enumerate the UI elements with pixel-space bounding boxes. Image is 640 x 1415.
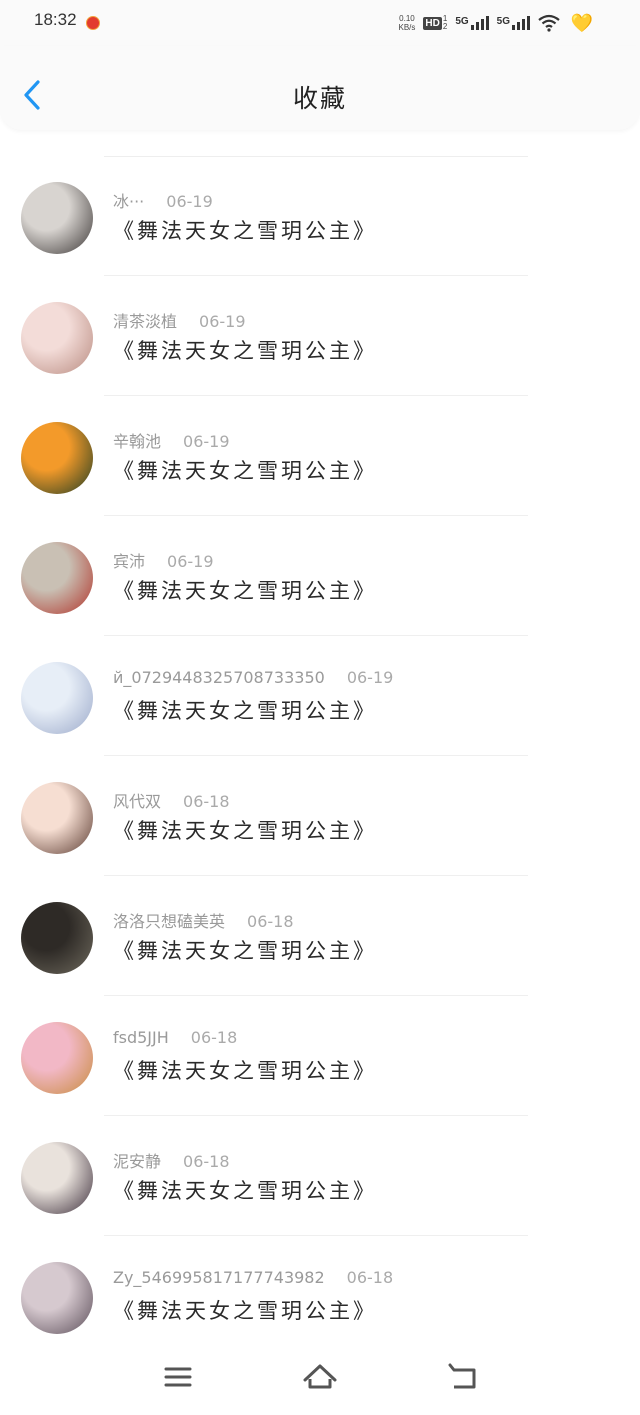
avatar[interactable]	[21, 542, 93, 614]
signal-label: 5G	[496, 16, 510, 27]
book-title[interactable]: 《舞法天女之雪玥公主》	[113, 1295, 377, 1325]
status-bar: 18:32 0.10 KB/s HD 1 2 5G 5G 💛	[0, 0, 640, 46]
username[interactable]: fsd5JJH	[113, 1028, 169, 1047]
avatar[interactable]	[21, 302, 93, 374]
notification-icon	[86, 16, 100, 30]
username[interactable]: 清茶淡植	[113, 312, 177, 331]
avatar[interactable]	[21, 662, 93, 734]
divider	[104, 1115, 528, 1116]
date: 06-18	[346, 1268, 394, 1287]
item-meta: 辛翰池 06-19	[113, 428, 230, 452]
back-nav-button[interactable]	[442, 1359, 482, 1395]
list-item[interactable]: 辛翰池 06-19 《舞法天女之雪玥公主》	[0, 397, 640, 516]
username[interactable]: Zy_546995817177743982	[113, 1268, 325, 1287]
username[interactable]: 辛翰池	[113, 432, 161, 451]
list-item[interactable]: 清茶淡植 06-19 《舞法天女之雪玥公主》	[0, 277, 640, 396]
avatar[interactable]	[21, 902, 93, 974]
divider	[104, 875, 528, 876]
avatar[interactable]	[21, 1262, 93, 1334]
date: 06-19	[183, 432, 230, 451]
divider	[104, 395, 528, 396]
book-title[interactable]: 《舞法天女之雪玥公主》	[113, 335, 377, 365]
list-item[interactable]: 冰··· 06-19 《舞法天女之雪玥公主》	[0, 157, 640, 276]
hd-icon: HD 1 2	[423, 15, 447, 31]
list-item[interactable]: 宾沛 06-19 《舞法天女之雪玥公主》	[0, 517, 640, 636]
date: 06-18	[247, 912, 294, 931]
item-meta: 风代双 06-18	[113, 788, 230, 812]
date: 06-18	[190, 1028, 238, 1047]
header: 收藏	[0, 46, 640, 130]
list-item[interactable]: fsd5JJH 06-18 《舞法天女之雪玥公主》	[0, 997, 640, 1116]
item-meta: 冰··· 06-19	[113, 188, 213, 212]
divider	[104, 635, 528, 636]
username[interactable]: 风代双	[113, 792, 161, 811]
net-speed-unit: KB/s	[398, 23, 416, 32]
date: 06-19	[166, 192, 213, 211]
signal-icon: 5G	[497, 16, 530, 30]
item-meta: 泥安静 06-18	[113, 1148, 230, 1172]
divider	[104, 995, 528, 996]
home-button[interactable]	[300, 1359, 340, 1395]
book-title[interactable]: 《舞法天女之雪玥公主》	[113, 215, 377, 245]
book-title[interactable]: 《舞法天女之雪玥公主》	[113, 1055, 377, 1085]
username[interactable]: 泥安静	[113, 1152, 161, 1171]
signal-label: 5G	[455, 16, 469, 27]
date: 06-18	[183, 1152, 230, 1171]
item-meta: fsd5JJH 06-18	[113, 1028, 237, 1047]
list-item[interactable]: й_0729448325708733350 06-19 《舞法天女之雪玥公主》	[0, 637, 640, 756]
heart-icon: 💛	[570, 13, 593, 34]
wifi-icon	[538, 14, 560, 32]
date: 06-19	[167, 552, 214, 571]
book-title[interactable]: 《舞法天女之雪玥公主》	[113, 935, 377, 965]
book-title[interactable]: 《舞法天女之雪玥公主》	[113, 695, 377, 725]
username[interactable]: 宾沛	[113, 552, 145, 571]
divider	[104, 1235, 528, 1236]
avatar[interactable]	[21, 182, 93, 254]
date: 06-18	[183, 792, 230, 811]
book-title[interactable]: 《舞法天女之雪玥公主》	[113, 455, 377, 485]
date: 06-19	[346, 668, 394, 687]
net-speed: 0.10 KB/s	[399, 14, 416, 32]
signal-icon: 5G	[455, 16, 489, 30]
list-item[interactable]: 泥安静 06-18 《舞法天女之雪玥公主》	[0, 1117, 640, 1236]
username[interactable]: 冰···	[113, 192, 144, 211]
system-nav-bar	[0, 1345, 640, 1415]
hd-sim-bottom: 2	[442, 22, 448, 31]
menu-button[interactable]	[158, 1359, 198, 1395]
book-title[interactable]: 《舞法天女之雪玥公主》	[113, 1175, 377, 1205]
divider	[104, 755, 528, 756]
list-item[interactable]: 风代双 06-18 《舞法天女之雪玥公主》	[0, 757, 640, 876]
avatar[interactable]	[21, 1022, 93, 1094]
item-meta: 洛洛只想磕美英 06-18	[113, 908, 294, 932]
book-title[interactable]: 《舞法天女之雪玥公主》	[113, 575, 377, 605]
list-item[interactable]: Zy_546995817177743982 06-18 《舞法天女之雪玥公主》	[0, 1237, 640, 1356]
avatar[interactable]	[21, 782, 93, 854]
book-title[interactable]: 《舞法天女之雪玥公主》	[113, 815, 377, 845]
home-icon	[303, 1364, 337, 1389]
status-time: 18:32	[34, 10, 77, 29]
divider	[104, 515, 528, 516]
menu-icon	[164, 1367, 192, 1387]
username[interactable]: 洛洛只想磕美英	[113, 912, 225, 931]
divider	[104, 275, 528, 276]
avatar[interactable]	[21, 422, 93, 494]
item-meta: 宾沛 06-19	[113, 548, 214, 572]
avatar[interactable]	[21, 1142, 93, 1214]
status-icons: 0.10 KB/s HD 1 2 5G 5G	[399, 10, 597, 36]
item-meta: 清茶淡植 06-19	[113, 308, 246, 332]
net-speed-value: 0.10	[399, 14, 415, 23]
list-item[interactable]: 洛洛只想磕美英 06-18 《舞法天女之雪玥公主》	[0, 877, 640, 996]
username[interactable]: й_0729448325708733350	[113, 668, 325, 687]
item-meta: й_0729448325708733350 06-19	[113, 668, 393, 687]
item-meta: Zy_546995817177743982 06-18	[113, 1268, 393, 1287]
back-icon	[448, 1363, 476, 1389]
hd-label: HD	[423, 16, 442, 30]
date: 06-19	[199, 312, 246, 331]
page-title: 收藏	[292, 84, 347, 113]
